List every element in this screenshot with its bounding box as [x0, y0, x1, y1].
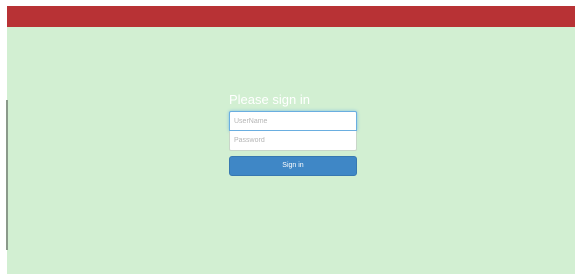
page: Please sign in Sign in	[0, 0, 575, 274]
signin-heading: Please sign in	[229, 92, 310, 107]
signin-form: Please sign in Sign in	[229, 92, 357, 176]
signin-button[interactable]: Sign in	[229, 156, 357, 176]
left-border-line	[6, 100, 8, 250]
password-input[interactable]	[229, 131, 357, 151]
username-input[interactable]	[229, 111, 357, 131]
header-bar	[7, 6, 575, 27]
